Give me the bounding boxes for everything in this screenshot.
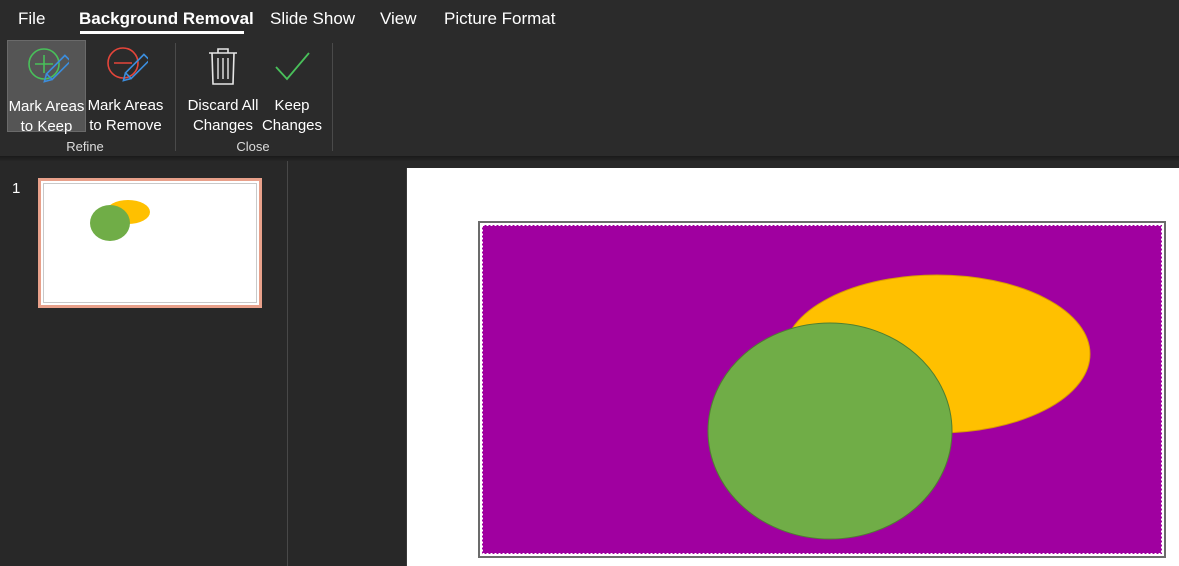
mark-remove-label-line2: to Remove: [89, 117, 162, 134]
checkmark-icon: [275, 52, 310, 81]
slide-number: 1: [12, 180, 21, 197]
group-separator: [175, 43, 176, 151]
tab-background-removal[interactable]: Background Removal: [79, 8, 254, 30]
thumbnail-preview: [90, 200, 150, 241]
trash-icon: [209, 48, 237, 85]
background-removal-picture[interactable]: [480, 223, 1164, 556]
mark-remove-label-line1: Mark Areas: [87, 97, 164, 114]
menu-bar: File Background Removal Slide Show View …: [0, 0, 1179, 38]
keep-label-line2: Changes: [261, 117, 323, 134]
tab-file[interactable]: File: [18, 8, 45, 30]
discard-label-line2: Changes: [192, 117, 254, 134]
discard-all-changes-button[interactable]: Discard All Changes: [185, 40, 261, 134]
tab-view[interactable]: View: [380, 8, 417, 30]
close-group-label: Close: [236, 139, 270, 154]
tab-picture-format[interactable]: Picture Format: [444, 8, 555, 30]
mark-areas-to-keep-button[interactable]: Mark Areas to Keep: [7, 40, 86, 135]
ribbon: Mark Areas to Keep Mark Areas to Remove …: [0, 38, 1179, 156]
discard-label-line1: Discard All: [187, 97, 259, 114]
picture-selection-frame[interactable]: [478, 221, 1166, 558]
green-ellipse: [707, 322, 953, 540]
active-tab-indicator: [80, 31, 244, 34]
tab-slide-show[interactable]: Slide Show: [270, 8, 355, 30]
mark-keep-label-line1: Mark Areas: [8, 98, 85, 115]
mark-areas-to-remove-button[interactable]: Mark Areas to Remove: [86, 40, 165, 134]
plus-circle-pencil-icon: [27, 48, 69, 83]
group-separator: [332, 43, 333, 151]
keep-label-line1: Keep: [274, 97, 310, 114]
mark-keep-label-line2: to Keep: [20, 118, 73, 135]
keep-changes-button[interactable]: Keep Changes: [261, 40, 323, 134]
refine-group-label: Refine: [66, 139, 104, 154]
slide-thumbnail[interactable]: [38, 178, 262, 308]
minus-circle-pencil-icon: [106, 47, 148, 82]
